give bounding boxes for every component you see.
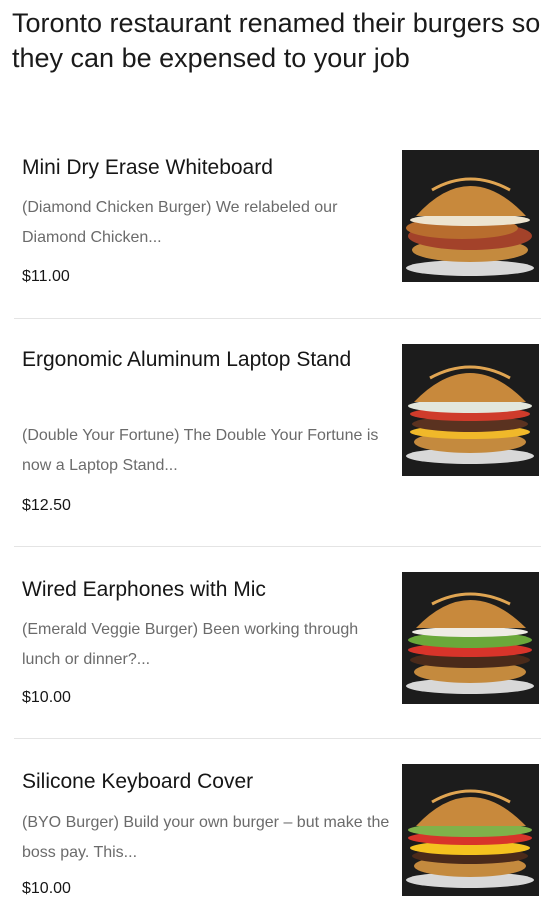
divider [14,738,541,739]
divider [14,318,541,319]
divider [14,546,541,547]
item-price: $11.00 [22,268,70,285]
double-burger-photo [402,344,539,476]
item-description: (Double Your Fortune) The Double Your Fo… [22,427,379,474]
item-description: (Emerald Veggie Burger) Been working thr… [22,621,359,668]
item-price: $12.50 [22,497,71,514]
byo-burger-photo [402,764,539,896]
item-title: Ergonomic Aluminum Laptop Stand [22,348,352,371]
item-title: Wired Earphones with Mic [22,578,266,601]
item-price: $10.00 [22,880,71,897]
chicken-burger-photo [402,150,539,282]
item-description: (BYO Burger) Build your own burger – but… [22,814,390,861]
veggie-burger-photo [402,572,539,704]
item-description: (Diamond Chicken Burger) We relabeled ou… [22,199,338,246]
item-price: $10.00 [22,689,71,706]
item-title: Silicone Keyboard Cover [22,770,254,793]
item-title: Mini Dry Erase Whiteboard [22,156,273,179]
headline: Toronto restaurant renamed their burgers… [12,8,541,73]
